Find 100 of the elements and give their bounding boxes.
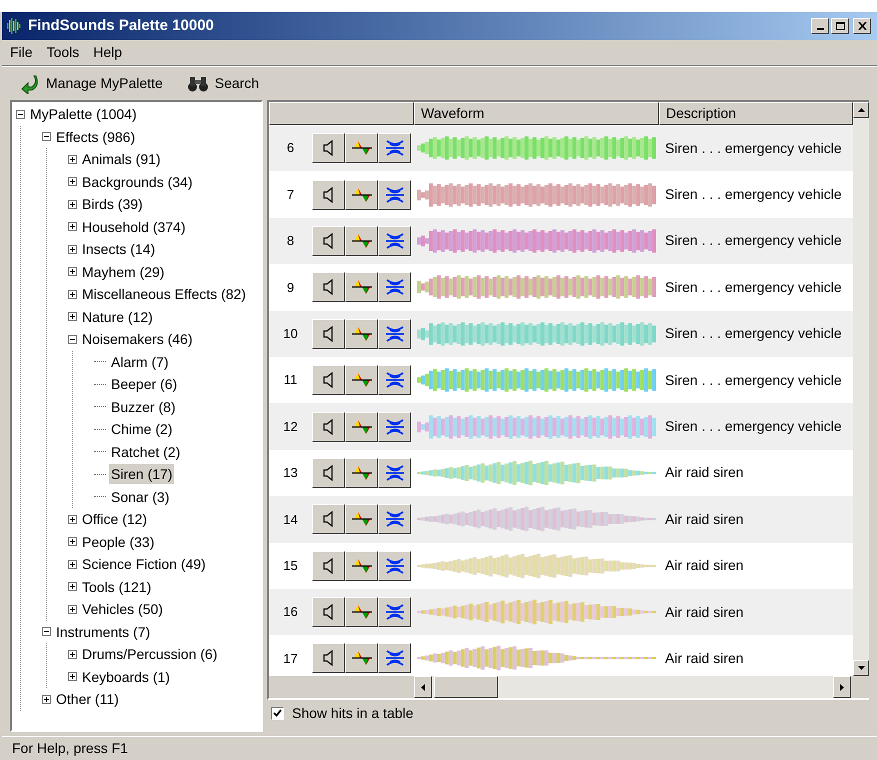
waveform-button[interactable] — [345, 226, 378, 256]
play-button[interactable] — [312, 318, 345, 349]
waveform-button[interactable] — [345, 412, 378, 442]
table-row[interactable]: 6 Siren . . . emergency vehicle — [269, 125, 853, 172]
expand-icon[interactable] — [68, 672, 77, 682]
tree-item[interactable]: Beeper (6) — [109, 374, 180, 394]
tree-item[interactable]: Siren (17) — [109, 464, 174, 484]
vertical-scrollbar[interactable] — [853, 102, 869, 676]
collapse-icon[interactable] — [68, 334, 77, 344]
play-button[interactable] — [312, 550, 345, 581]
play-button[interactable] — [312, 458, 345, 488]
waveform-button[interactable] — [345, 133, 378, 164]
menu-item[interactable]: File — [4, 42, 39, 63]
tree-item[interactable]: Drums/Percussion (6) — [80, 644, 220, 664]
column-header[interactable]: Waveform — [414, 102, 659, 125]
waveform-button[interactable] — [345, 597, 378, 628]
waveform-button[interactable] — [345, 504, 378, 534]
toolbar-button[interactable]: Search — [186, 73, 260, 94]
tree-item[interactable]: Alarm (7) — [109, 352, 171, 372]
tree-item[interactable]: Household (374) — [80, 216, 188, 237]
expand-icon[interactable] — [68, 222, 77, 232]
scrollbar-thumb[interactable] — [434, 676, 498, 698]
play-button[interactable] — [312, 504, 345, 534]
tree-item[interactable]: Instruments (7) — [54, 622, 152, 642]
effects-button[interactable] — [378, 643, 411, 674]
expand-icon[interactable] — [68, 290, 77, 299]
play-button[interactable] — [312, 226, 345, 256]
menu-item[interactable]: Tools — [40, 42, 86, 63]
expand-icon[interactable] — [68, 244, 77, 254]
tree-item[interactable]: Buzzer (8) — [109, 396, 178, 417]
effects-button[interactable] — [378, 412, 411, 442]
waveform-button[interactable] — [345, 272, 378, 302]
minimize-button[interactable] — [811, 18, 829, 34]
expand-icon[interactable] — [68, 514, 77, 524]
table-row[interactable]: 14 Air raid siren — [269, 496, 853, 543]
tree-item[interactable]: Office (12) — [80, 509, 150, 530]
toolbar-button[interactable]: Manage MyPalette — [20, 73, 163, 94]
horizontal-scrollbar[interactable] — [414, 676, 851, 698]
expand-icon[interactable] — [68, 650, 77, 659]
maximize-button[interactable] — [831, 18, 849, 34]
expand-icon[interactable] — [68, 582, 77, 592]
collapse-icon[interactable] — [16, 110, 25, 119]
effects-button[interactable] — [378, 597, 411, 628]
tree-item[interactable]: Noisemakers (46) — [80, 329, 194, 350]
effects-button[interactable] — [378, 133, 411, 164]
table-row[interactable]: 10 Siren . . . emergency vehicle — [269, 310, 853, 357]
effects-button[interactable] — [378, 272, 411, 302]
expand-icon[interactable] — [42, 694, 51, 704]
expand-icon[interactable] — [68, 312, 77, 322]
effects-button[interactable] — [378, 550, 411, 581]
tree-item[interactable]: Vehicles (50) — [80, 599, 165, 620]
play-button[interactable] — [312, 272, 345, 302]
waveform-button[interactable] — [345, 458, 378, 488]
play-button[interactable] — [312, 365, 345, 396]
collapse-icon[interactable] — [42, 132, 51, 142]
table-row[interactable]: 16 Air raid siren — [269, 588, 853, 636]
expand-icon[interactable] — [68, 154, 77, 164]
collapse-icon[interactable] — [42, 627, 51, 636]
waveform-button[interactable] — [345, 550, 378, 581]
play-button[interactable] — [312, 133, 345, 164]
expand-icon[interactable] — [68, 537, 77, 546]
play-button[interactable] — [312, 597, 345, 628]
effects-button[interactable] — [378, 226, 411, 256]
tree-item[interactable]: Animals (91) — [80, 149, 163, 170]
menu-item[interactable]: Help — [87, 42, 128, 63]
expand-icon[interactable] — [68, 604, 77, 614]
waveform-button[interactable] — [345, 318, 378, 349]
play-button[interactable] — [312, 180, 345, 210]
effects-button[interactable] — [378, 180, 411, 210]
effects-button[interactable] — [378, 504, 411, 534]
play-button[interactable] — [312, 643, 345, 674]
tree-item[interactable]: Mayhem (29) — [80, 262, 166, 282]
tree-item[interactable]: Insects (14) — [80, 239, 158, 260]
effects-button[interactable] — [378, 318, 411, 349]
tree-item[interactable]: Birds (39) — [80, 194, 145, 214]
waveform-button[interactable] — [345, 365, 378, 396]
expand-icon[interactable] — [68, 200, 77, 209]
waveform-button[interactable] — [345, 643, 378, 674]
tree-item[interactable]: Other (11) — [54, 689, 121, 710]
play-button[interactable] — [312, 412, 345, 442]
expand-icon[interactable] — [68, 267, 77, 276]
tree-item[interactable]: Ratchet (2) — [109, 442, 182, 462]
expand-icon[interactable] — [68, 560, 77, 569]
table-row[interactable]: 12 Siren . . . emergency vehicle — [269, 403, 853, 450]
column-header[interactable]: Description — [659, 102, 853, 125]
tree-item[interactable]: Tools (121) — [80, 576, 154, 597]
tree-item[interactable]: Backgrounds (34) — [80, 172, 195, 192]
tree-item[interactable]: Keyboards (1) — [80, 666, 172, 687]
effects-button[interactable] — [378, 458, 411, 488]
effects-button[interactable] — [378, 365, 411, 396]
tree-item[interactable]: Sonar (3) — [109, 486, 172, 507]
tree-item[interactable]: People (33) — [80, 532, 156, 552]
table-row[interactable]: 8 Siren . . . emergency vehicle — [269, 218, 853, 264]
tree-item[interactable]: Chime (2) — [109, 419, 174, 440]
close-button[interactable] — [853, 18, 871, 34]
expand-icon[interactable] — [68, 177, 77, 186]
tree-item[interactable]: MyPalette (1004) — [28, 104, 139, 124]
tree-item[interactable]: Miscellaneous Effects (82) — [80, 284, 248, 304]
waveform-button[interactable] — [345, 180, 378, 210]
tree-item[interactable]: Effects (986) — [54, 126, 138, 147]
